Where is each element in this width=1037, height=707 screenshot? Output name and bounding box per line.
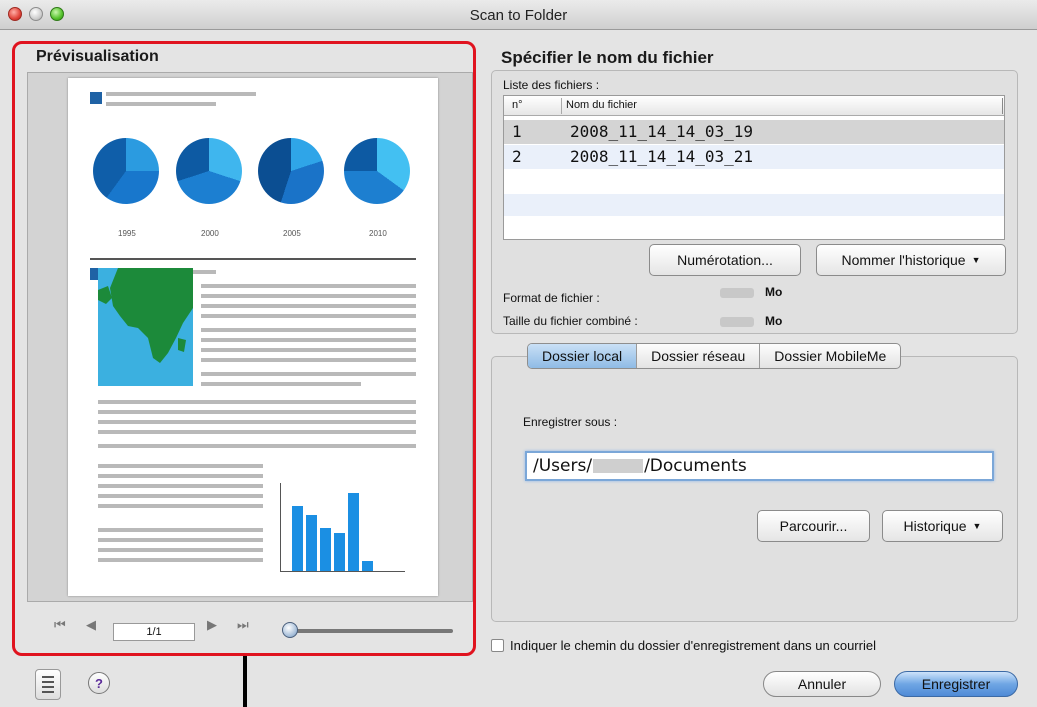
table-header: n° Nom du fichier	[504, 96, 1004, 116]
dropdown-arrow-icon: ▼	[971, 255, 981, 265]
row-number: 2	[512, 147, 522, 166]
redacted-value	[720, 317, 754, 327]
name-history-button-label: Nommer l'historique	[841, 252, 966, 268]
table-row[interactable]: 2 2008_11_14_14_03_21	[504, 145, 1004, 169]
help-icon[interactable]: ?	[88, 672, 110, 694]
save-as-label: Enregistrer sous :	[523, 415, 618, 429]
save-path-field[interactable]: /Users/ /Documents	[525, 451, 994, 481]
row-filename: 2008_11_14_14_03_21	[570, 147, 754, 166]
window-title: Scan to Folder	[469, 7, 568, 24]
combined-size-unit: Mo	[765, 314, 783, 328]
redacted-value	[720, 288, 754, 298]
destination-group	[491, 356, 1018, 622]
email-path-checkbox[interactable]	[491, 639, 504, 652]
name-history-button[interactable]: Nommer l'historique ▼	[816, 244, 1006, 276]
destination-tabs: Dossier local Dossier réseau Dossier Mob…	[527, 343, 902, 369]
file-list-table[interactable]: n° Nom du fichier 1 2008_11_14_14_03_19 …	[503, 95, 1005, 240]
path-suffix: /Documents	[644, 456, 747, 476]
row-filename: 2008_11_14_14_03_19	[570, 122, 754, 141]
save-button-label: Enregistrer	[921, 676, 991, 692]
table-row[interactable]: 1 2008_11_14_14_03_19	[504, 120, 1004, 144]
browse-button-label: Parcourir...	[779, 518, 848, 534]
file-format-unit: Mo	[765, 285, 783, 299]
save-button[interactable]: Enregistrer	[894, 671, 1018, 697]
redacted-username	[593, 459, 644, 473]
document-list-button[interactable]	[35, 669, 61, 700]
column-header-number[interactable]: n°	[512, 99, 523, 111]
email-path-checkbox-label[interactable]: Indiquer le chemin du dossier d'enregist…	[510, 638, 876, 653]
highlight-frame	[12, 41, 476, 656]
title-bar: Scan to Folder	[0, 0, 1037, 30]
browse-button[interactable]: Parcourir...	[757, 510, 870, 542]
file-format-label: Format de fichier :	[503, 291, 600, 305]
history-button[interactable]: Historique ▼	[882, 510, 1003, 542]
scan-to-folder-window: Scan to Folder Prévisualisation 1995 200…	[0, 0, 1037, 707]
cancel-button[interactable]: Annuler	[763, 671, 881, 697]
callout-line	[243, 656, 247, 707]
combined-size-label: Taille du fichier combiné :	[503, 314, 638, 328]
file-list-label: Liste des fichiers :	[503, 78, 600, 92]
numbering-button[interactable]: Numérotation...	[649, 244, 801, 276]
dropdown-arrow-icon: ▼	[972, 521, 982, 531]
list-icon	[42, 676, 54, 693]
numbering-button-label: Numérotation...	[677, 252, 773, 268]
tab-local-folder[interactable]: Dossier local	[528, 344, 638, 368]
tab-mobileme-folder[interactable]: Dossier MobileMe	[760, 344, 900, 368]
row-number: 1	[512, 122, 522, 141]
path-prefix: /Users/	[533, 456, 593, 476]
column-header-filename[interactable]: Nom du fichier	[566, 99, 637, 111]
history-button-label: Historique	[903, 518, 967, 534]
cancel-button-label: Annuler	[797, 676, 847, 692]
tab-network-folder[interactable]: Dossier réseau	[637, 344, 761, 368]
file-name-heading: Spécifier le nom du fichier	[501, 48, 714, 67]
